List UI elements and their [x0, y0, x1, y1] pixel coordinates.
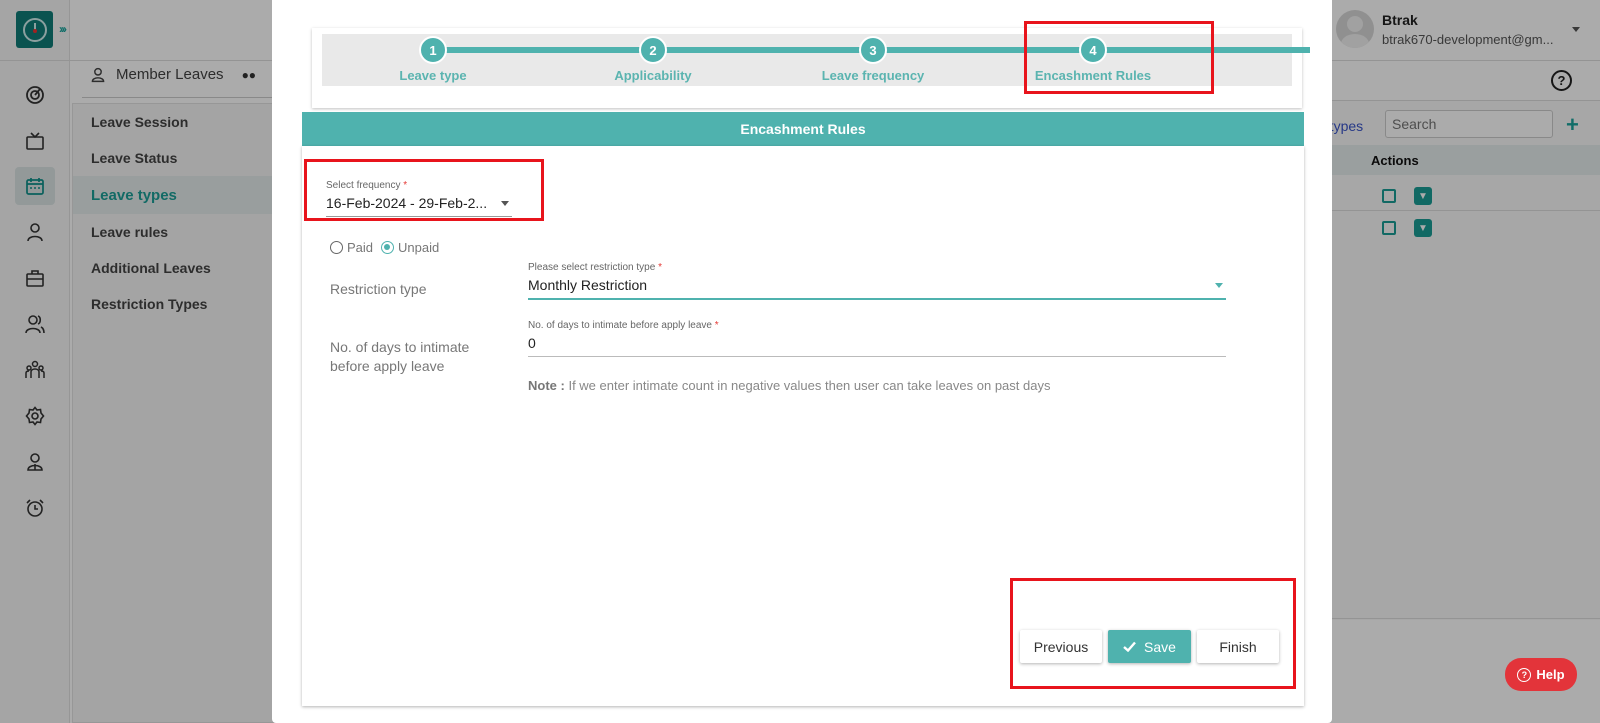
radio-checked-icon — [381, 241, 395, 254]
step-leave-frequency[interactable]: 3 Leave frequency — [773, 36, 973, 83]
highlight-box — [1024, 21, 1214, 94]
step-number: 1 — [419, 36, 447, 64]
restriction-type-label: Restriction type — [330, 281, 427, 297]
note-text: Note : If we enter intimate count in neg… — [528, 378, 1051, 393]
caret-down-icon — [1215, 282, 1223, 288]
help-icon: ? — [1517, 667, 1532, 682]
radio-icon — [330, 241, 343, 254]
step-number: 2 — [639, 36, 667, 64]
highlight-box — [304, 159, 544, 221]
intimate-days-input[interactable]: 0 — [528, 335, 1226, 357]
select-value[interactable]: Monthly Restriction — [528, 277, 1226, 300]
step-label: Leave type — [399, 68, 467, 83]
step-applicability[interactable]: 2 Applicability — [553, 36, 753, 83]
step-leave-type[interactable]: 1 Leave type — [333, 36, 533, 83]
step-label: Applicability — [614, 68, 692, 83]
highlight-box — [1010, 578, 1296, 689]
section-title: Encashment Rules — [302, 112, 1304, 146]
intimate-days-field[interactable]: No. of days to intimate before apply lea… — [528, 320, 1226, 357]
radio-paid[interactable]: Paid — [330, 240, 373, 255]
help-button[interactable]: ? Help — [1505, 658, 1577, 691]
radio-unpaid[interactable]: Unpaid — [381, 240, 439, 255]
leave-type-wizard-modal: 1 Leave type 2 Applicability 3 Leave fre… — [272, 0, 1332, 723]
intimate-days-label: No. of days to intimate before apply lea… — [330, 339, 470, 374]
payment-type-radio-group: Paid Unpaid — [330, 240, 439, 255]
step-label: Leave frequency — [821, 68, 925, 83]
field-label: Please select restriction type * — [528, 262, 662, 273]
field-label: No. of days to intimate before apply lea… — [528, 320, 719, 331]
restriction-type-select[interactable]: Please select restriction type * Monthly… — [528, 262, 1226, 300]
step-number: 3 — [859, 36, 887, 64]
